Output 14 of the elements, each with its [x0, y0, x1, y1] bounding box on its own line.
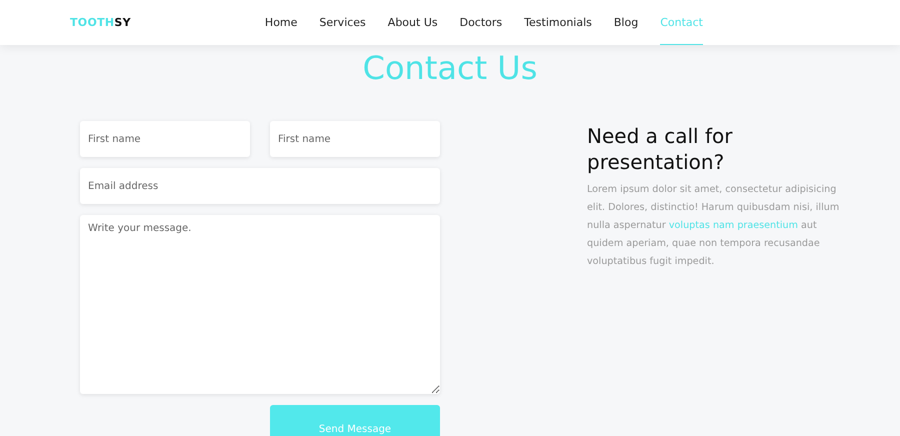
- page-title: Contact Us: [362, 49, 538, 87]
- info-paragraph: Lorem ipsum dolor sit amet, consectetur adipisicing elit. Dolores, distinctio! Harum quibusdam nisi, illum nulla aspernatur voluptas nam praesentium aut quidem aperiam, quae non tempora recusandae voluptatibus fugit impedit.: [587, 183, 840, 269]
- message-field[interactable]: Write your message.: [80, 215, 440, 394]
- name-field[interactable]: First name: [270, 121, 440, 157]
- nav-link[interactable]: About Us: [388, 0, 438, 45]
- logo[interactable]: TOOTHSY: [70, 16, 131, 29]
- email-field[interactable]: Email address: [80, 168, 440, 204]
- nav-link[interactable]: Blog: [614, 0, 638, 45]
- info-heading: Need a call for presentation?: [587, 123, 734, 175]
- nav-link[interactable]: Doctors: [460, 0, 502, 45]
- nav-link[interactable]: Home: [264, 0, 298, 45]
- nav-link[interactable]: Services: [319, 0, 366, 45]
- nav-link[interactable]: Testimonials: [524, 0, 592, 45]
- name-field[interactable]: First name: [80, 121, 250, 157]
